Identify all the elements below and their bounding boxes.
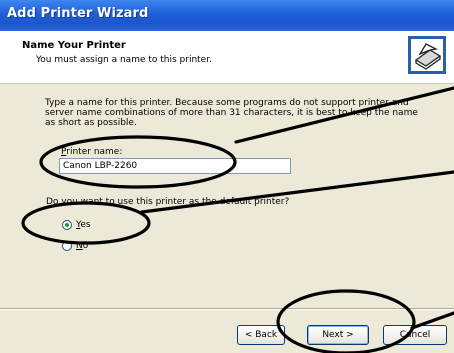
next-button-highlight-circle: [276, 289, 416, 353]
default-option-highlight-circle: [21, 201, 151, 245]
pointer-line-1: [234, 86, 454, 144]
annotation-overlay: [21, 86, 454, 353]
pointer-line-3: [410, 311, 454, 330]
pointer-line-2: [140, 170, 454, 214]
name-field-highlight-circle: [39, 135, 237, 189]
add-printer-wizard-window: Add Printer Wizard Name Your Printer You…: [0, 0, 454, 353]
